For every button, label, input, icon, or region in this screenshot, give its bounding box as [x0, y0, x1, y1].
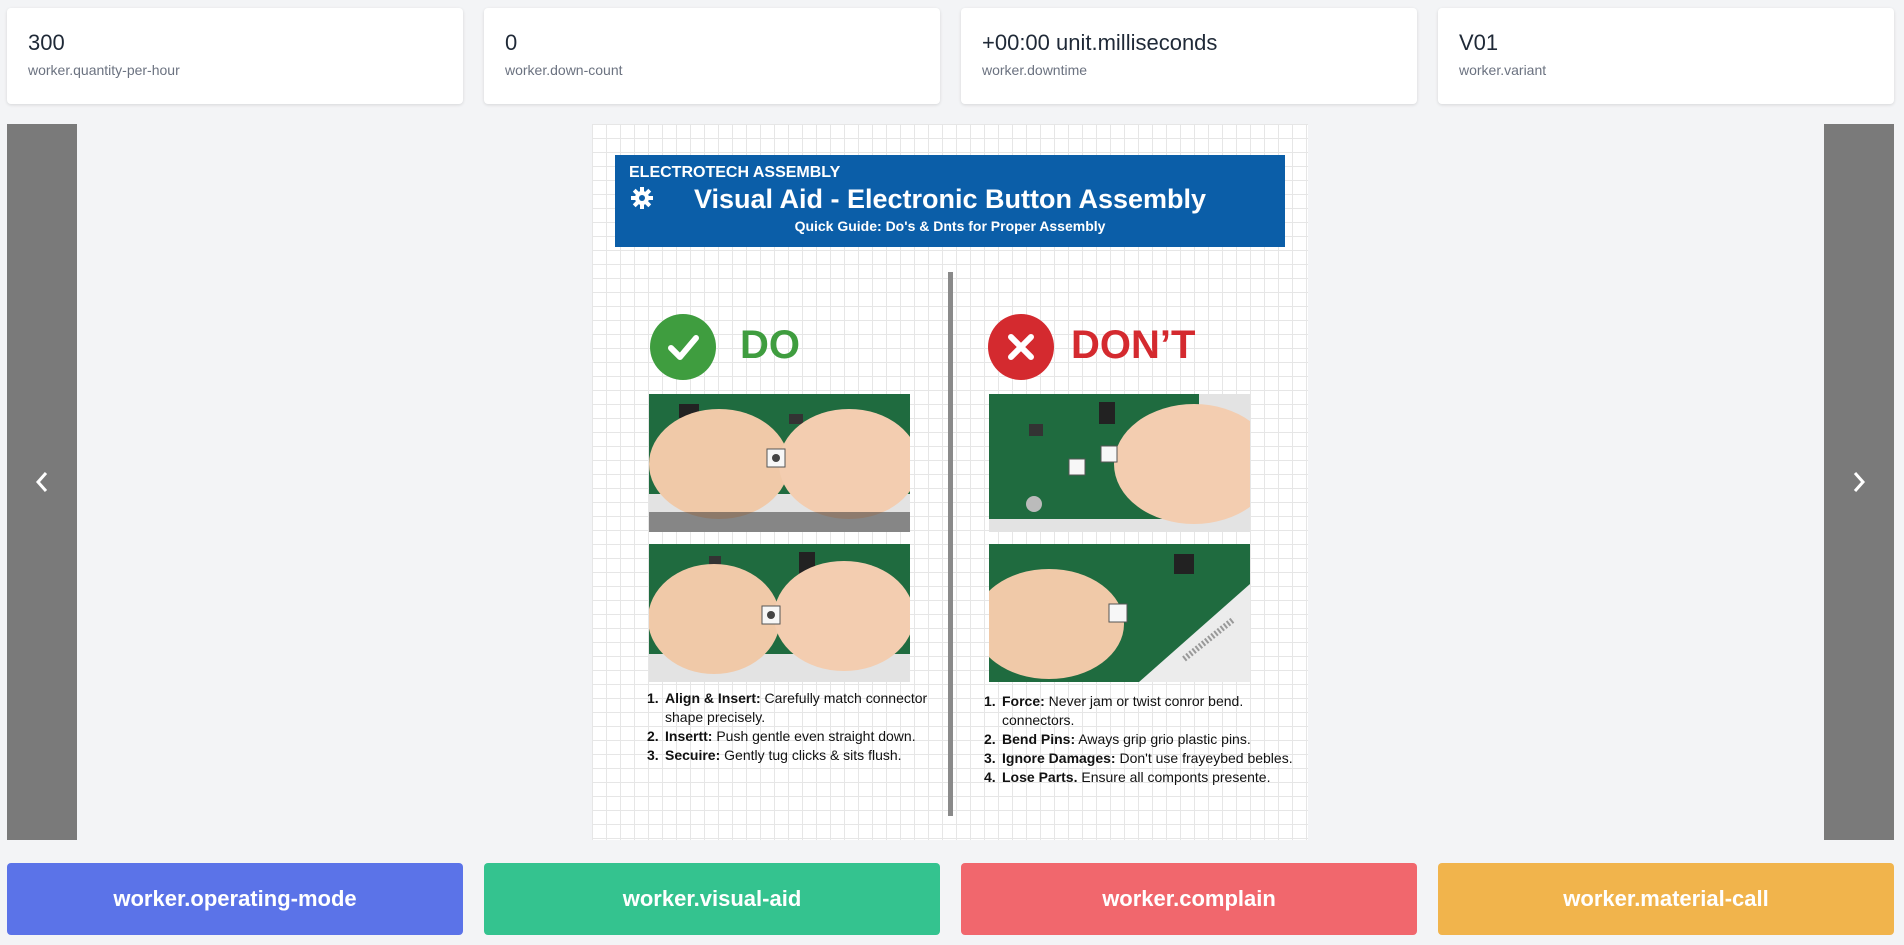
- hands-pcb-image: [989, 544, 1250, 682]
- stat-card-down-count: 0 worker.down-count: [484, 8, 940, 104]
- check-icon: [668, 335, 699, 360]
- step-term: Lose Parts.: [1002, 769, 1078, 785]
- step-term: Align & Insert:: [665, 690, 761, 706]
- material-call-button[interactable]: worker.material-call: [1438, 863, 1894, 935]
- chevron-left-icon: [35, 472, 48, 492]
- step-number: 2.: [984, 731, 996, 747]
- do-photo-1: [649, 394, 910, 532]
- close-icon: [1008, 334, 1034, 360]
- step-number: 2.: [647, 728, 659, 744]
- step-text: Ensure all componts presente.: [1077, 769, 1271, 785]
- hands-pcb-image: [649, 544, 910, 682]
- chevron-right-icon: [1853, 472, 1866, 492]
- list-item: 3. Ignore Damages: Don't use frayeybed be…: [984, 749, 1294, 768]
- stat-card-quantity-per-hour: 300 worker.quantity-per-hour: [7, 8, 463, 104]
- visual-aid-banner: ELECTROTECH ASSEMBLY Visual Aid - Electr…: [615, 155, 1285, 247]
- dont-photo-1: [989, 394, 1250, 532]
- dont-steps-list: 1. Force: Never jam or twist conror bend.…: [984, 692, 1294, 787]
- visual-aid-title: Visual Aid - Electronic Button Assembly: [693, 184, 1207, 214]
- do-check-badge: [650, 314, 716, 380]
- stat-label: worker.quantity-per-hour: [28, 62, 180, 78]
- dont-photo-2: [989, 544, 1250, 682]
- stat-label: worker.down-count: [505, 62, 623, 78]
- visual-aid-button[interactable]: worker.visual-aid: [484, 863, 940, 935]
- step-text: Aways grip grio plastic pins.: [1075, 731, 1251, 747]
- list-item: 2. Insertt: Push gentle even straight dow…: [647, 727, 947, 746]
- step-number: 1.: [984, 693, 996, 709]
- stat-card-variant: V01 worker.variant: [1438, 8, 1894, 104]
- step-text: Gently tug clicks & sits flush.: [720, 747, 902, 763]
- step-term: Ignore Damages:: [1002, 750, 1116, 766]
- stat-label: worker.variant: [1459, 62, 1547, 78]
- stat-value: +00:00 unit.milliseconds: [982, 30, 1218, 55]
- stat-value: 0: [505, 30, 518, 55]
- stat-label: worker.downtime: [982, 62, 1088, 78]
- stat-value: 300: [28, 30, 65, 55]
- dont-heading: DON’T: [1071, 323, 1196, 367]
- visual-aid-subtitle: Quick Guide: Do's & Dnts for Proper Asse…: [794, 218, 1106, 234]
- list-item: 3. Secuire: Gently tug clicks & sits flus…: [647, 746, 947, 765]
- step-term: Bend Pins:: [1002, 731, 1076, 747]
- do-steps-list: 1. Align & Insert: Carefully match connec…: [647, 689, 947, 765]
- stat-value: V01: [1459, 30, 1499, 55]
- hands-pcb-image: [649, 394, 910, 532]
- step-number: 1.: [647, 690, 659, 706]
- visual-aid-slide: ELECTROTECH ASSEMBLY Visual Aid - Electr…: [592, 124, 1308, 840]
- dont-cross-badge: [988, 314, 1054, 380]
- do-heading: DO: [740, 323, 800, 367]
- list-item: 2. Bend Pins: Aways grip grio plastic pin…: [984, 730, 1294, 749]
- list-item: 1. Align & Insert: Carefully match connec…: [647, 689, 947, 727]
- column-divider: [948, 272, 953, 816]
- list-item: 1. Force: Never jam or twist conror bend.…: [984, 692, 1294, 730]
- complain-button[interactable]: worker.complain: [961, 863, 1417, 935]
- do-photo-2: [649, 544, 910, 682]
- brand-label: ELECTROTECH ASSEMBLY: [629, 164, 841, 181]
- step-term: Secuire:: [665, 747, 721, 763]
- step-number: 4.: [984, 769, 996, 785]
- step-term: Force:: [1002, 693, 1045, 709]
- step-text: Don't use frayeybed bebles.: [1115, 750, 1293, 766]
- list-item: 4. Lose Parts. Ensure all componts presen…: [984, 768, 1294, 787]
- carousel-next-button[interactable]: [1824, 124, 1894, 840]
- hands-pcb-image: [989, 394, 1250, 532]
- step-number: 3.: [647, 747, 659, 763]
- step-term: Insertt:: [665, 728, 713, 744]
- operating-mode-button[interactable]: worker.operating-mode: [7, 863, 463, 935]
- step-text: Push gentle even straight down.: [712, 728, 916, 744]
- step-number: 3.: [984, 750, 996, 766]
- carousel-prev-button[interactable]: [7, 124, 77, 840]
- stat-card-downtime: +00:00 unit.milliseconds worker.downtime: [961, 8, 1417, 104]
